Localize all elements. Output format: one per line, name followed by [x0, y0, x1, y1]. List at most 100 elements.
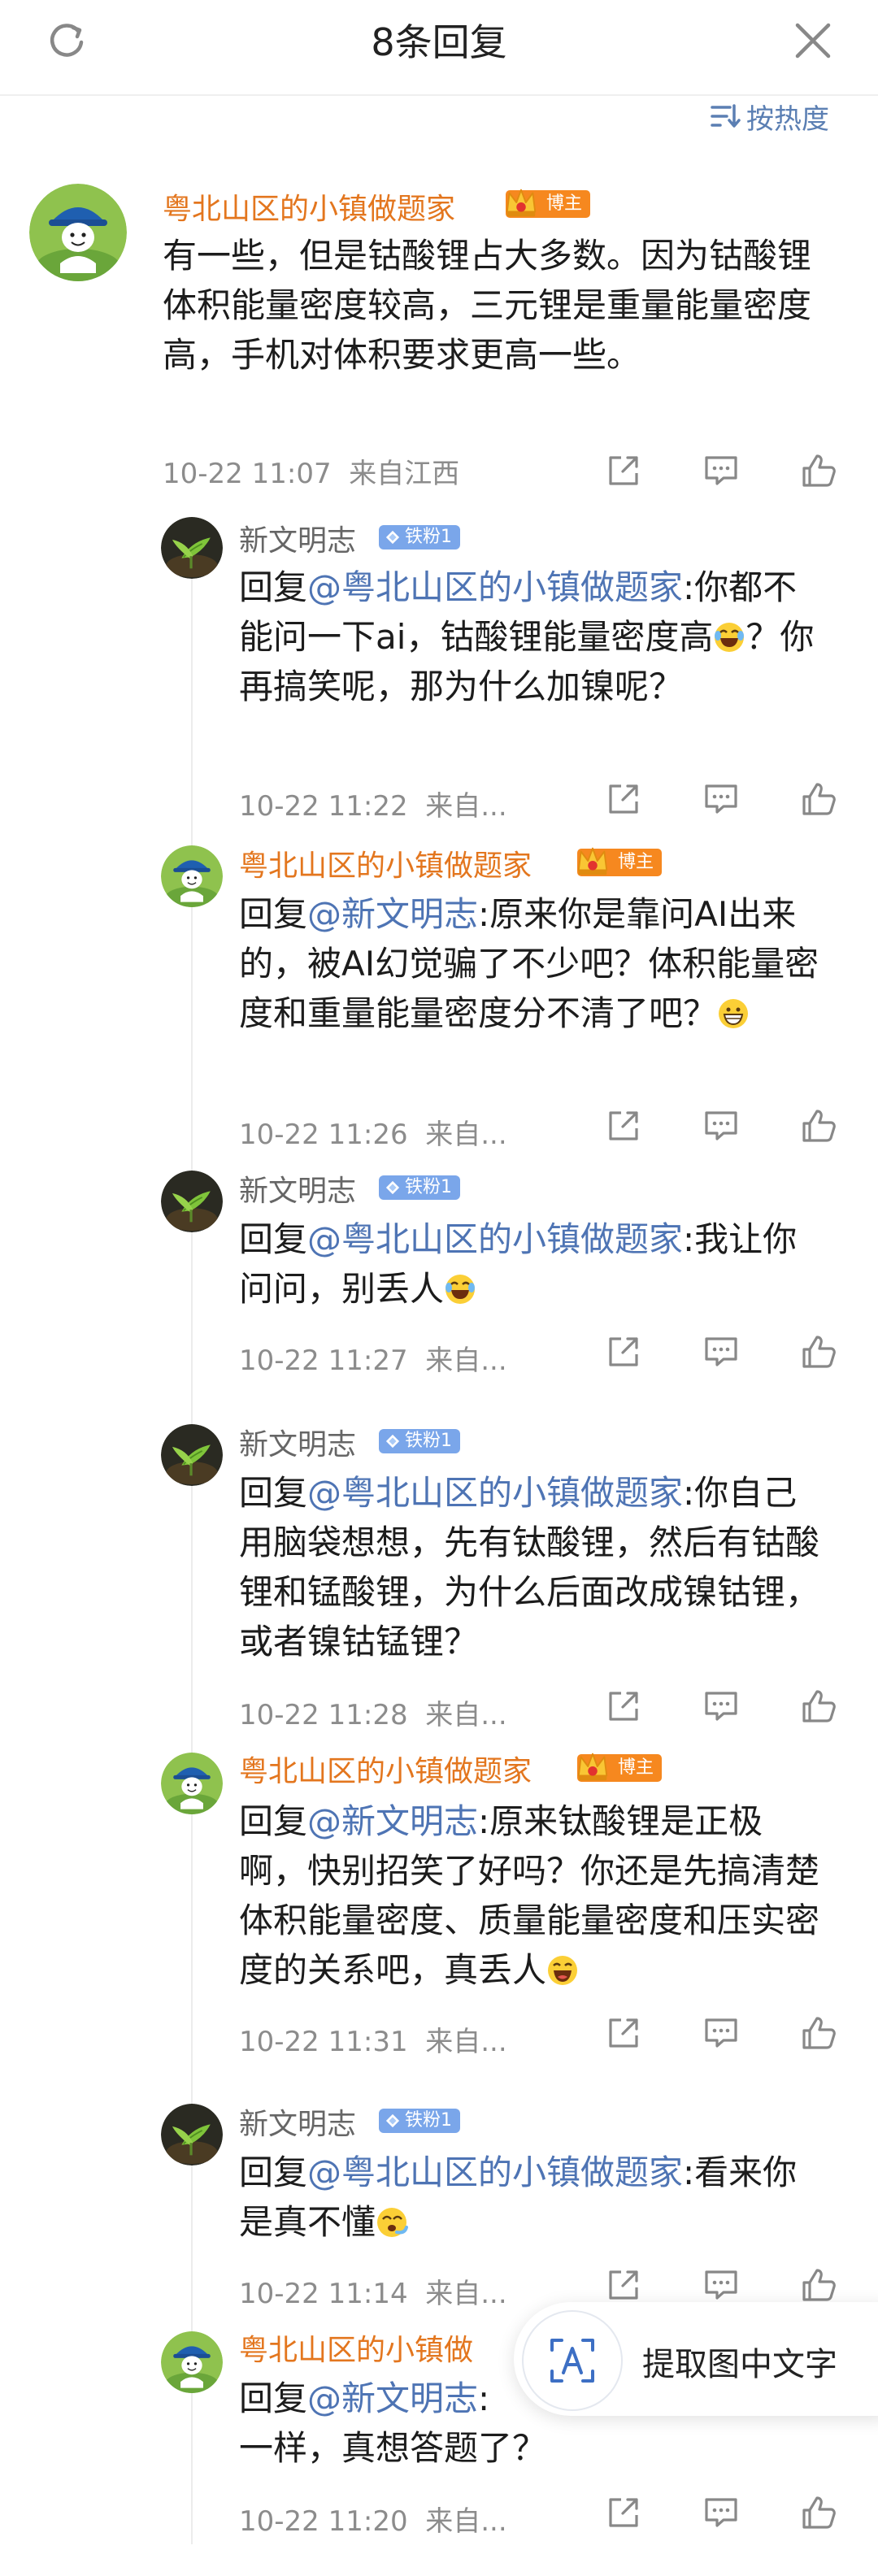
mention-link[interactable]: @粤北山区的小镇做题家	[307, 1219, 683, 1259]
reply-meta: 10-22 11:31 来自...	[239, 2026, 507, 2058]
avatar[interactable]	[161, 1753, 223, 1814]
comment-icon[interactable]	[701, 1331, 741, 1372]
sort-icon	[711, 104, 741, 128]
blogger-badge: 博主	[577, 849, 663, 876]
avatar[interactable]	[161, 845, 223, 907]
post-time: 10-22 11:07	[163, 458, 332, 490]
fan-badge: 铁粉1	[379, 2109, 460, 2133]
avatar-image	[161, 1424, 223, 1486]
badge-label: 铁粉1	[405, 527, 452, 547]
avatar-image	[161, 517, 223, 579]
diamond-icon	[385, 2113, 400, 2128]
badge-label: 博主	[618, 1757, 654, 1778]
avatar[interactable]	[161, 517, 223, 579]
comment-icon[interactable]	[701, 1686, 741, 1727]
reply-text: 回复@新文明志:原来你是靠问AI出来的，被AI幻觉骗了不少吧？体积能量密度和重量…	[239, 894, 819, 1033]
like-icon[interactable]	[798, 1331, 839, 1372]
reply-meta: 10-22 11:28 来自...	[239, 1699, 507, 1731]
page-title: 8条回复	[371, 20, 507, 64]
share-icon[interactable]	[603, 1331, 644, 1372]
text-scan-icon	[550, 2339, 594, 2383]
like-icon[interactable]	[798, 2013, 839, 2053]
crown-icon	[574, 1748, 611, 1785]
badge-label: 博主	[546, 193, 583, 214]
comment-icon[interactable]	[701, 450, 741, 491]
mention-link[interactable]: @粤北山区的小镇做题家	[307, 2152, 683, 2192]
comment-icon[interactable]	[701, 2265, 741, 2305]
mention-link[interactable]: @粤北山区的小镇做题家	[307, 1473, 683, 1513]
avatar[interactable]	[29, 184, 127, 281]
avatar-image	[161, 1171, 223, 1232]
reply-meta: 10-22 11:14 来自...	[239, 2278, 507, 2310]
author-name[interactable]: 粤北山区的小镇做	[239, 2326, 473, 2369]
like-icon[interactable]	[798, 1686, 839, 1727]
comment-icon[interactable]	[701, 2492, 741, 2533]
diamond-icon	[385, 1180, 400, 1195]
avatar[interactable]	[161, 1424, 223, 1486]
dizzy-emoji-icon	[376, 2206, 408, 2239]
diamond-icon	[385, 530, 400, 545]
laugh-emoji-icon	[546, 1954, 579, 1987]
avatar[interactable]	[161, 2331, 223, 2393]
post-meta: 10-22 11:07 来自江西	[163, 451, 459, 491]
post-location: 来自江西	[349, 458, 460, 490]
sort-by-hot-button[interactable]: 按热度	[709, 96, 829, 137]
reply-text: 回复@新文明志:原来钛酸锂是正极啊，快别招笑了好吗？你还是先搞清楚体积能量密度、…	[239, 1801, 820, 1990]
share-icon[interactable]	[603, 450, 644, 491]
mention-link[interactable]: @新文明志	[307, 1801, 478, 1841]
share-icon[interactable]	[603, 2013, 644, 2053]
author-name[interactable]: 新文明志	[239, 517, 356, 559]
extract-text-icon-circle[interactable]	[522, 2310, 623, 2411]
reply-meta: 10-22 11:22 来自...	[239, 790, 507, 823]
share-icon[interactable]	[603, 2492, 644, 2533]
author-name[interactable]: 粤北山区的小镇做题家	[163, 185, 455, 228]
share-icon[interactable]	[603, 2265, 644, 2305]
share-icon[interactable]	[603, 779, 644, 819]
like-icon[interactable]	[798, 1106, 839, 1146]
share-icon[interactable]	[603, 1106, 644, 1146]
avatar[interactable]	[161, 2104, 223, 2165]
mention-link[interactable]: @粤北山区的小镇做题家	[307, 567, 683, 607]
blogger-badge: 博主	[577, 1754, 663, 1782]
avatar[interactable]	[161, 1171, 223, 1232]
crown-icon	[574, 842, 611, 880]
author-name[interactable]: 粤北山区的小镇做题家	[239, 842, 532, 884]
avatar-image	[161, 2104, 223, 2165]
avatar-image	[161, 1753, 223, 1814]
reply-text: 回复@粤北山区的小镇做题家:看来你是真不懂	[239, 2152, 798, 2242]
author-name[interactable]: 新文明志	[239, 2100, 356, 2143]
close-icon[interactable]	[790, 18, 836, 63]
comment-icon[interactable]	[701, 2013, 741, 2053]
avatar-image	[29, 184, 127, 281]
mention-link[interactable]: @新文明志	[307, 2378, 478, 2418]
laugh-cry-emoji-icon	[713, 621, 745, 654]
badge-label: 博主	[618, 852, 654, 872]
avatar-image	[161, 845, 223, 907]
laugh-cry-emoji-icon	[444, 1273, 476, 1305]
blogger-badge: 博主	[506, 190, 591, 218]
comment-icon[interactable]	[701, 1106, 741, 1146]
like-icon[interactable]	[798, 2265, 839, 2305]
author-name[interactable]: 新文明志	[239, 1167, 356, 1210]
like-icon[interactable]	[798, 779, 839, 819]
fan-badge: 铁粉1	[379, 1175, 460, 1200]
diamond-icon	[385, 1434, 400, 1449]
comment-icon[interactable]	[701, 779, 741, 819]
post-text: 有一些，但是钴酸锂占大多数。因为钴酸锂体积能量密度较高，三元锂是重量能量密度高，…	[163, 236, 812, 375]
top-bar: 8条回复	[0, 0, 878, 89]
badge-label: 铁粉1	[405, 1177, 452, 1197]
fan-badge: 铁粉1	[379, 1429, 460, 1453]
author-name[interactable]: 新文明志	[239, 1421, 356, 1463]
share-icon[interactable]	[603, 1686, 644, 1727]
like-icon[interactable]	[798, 2492, 839, 2533]
author-name[interactable]: 粤北山区的小镇做题家	[239, 1748, 532, 1790]
reply-text: 回复@粤北山区的小镇做题家:你自己用脑袋想想，先有钛酸锂，然后有钴酸锂和锰酸锂，…	[239, 1473, 820, 1662]
extract-text-label[interactable]: 提取图中文字	[642, 2338, 837, 2385]
reply-text: 回复@粤北山区的小镇做题家:我让你问问，别丢人	[239, 1219, 798, 1309]
reply-text: 回复@粤北山区的小镇做题家:你都不能问一下ai，钴酸锂能量密度高 ？你再搞笑呢，那…	[239, 567, 815, 706]
mention-link[interactable]: @新文明志	[307, 894, 478, 934]
reply-meta: 10-22 11:27 来自...	[239, 1344, 507, 1377]
crown-icon	[502, 184, 540, 221]
badge-label: 铁粉1	[405, 2110, 452, 2131]
like-icon[interactable]	[798, 450, 839, 491]
